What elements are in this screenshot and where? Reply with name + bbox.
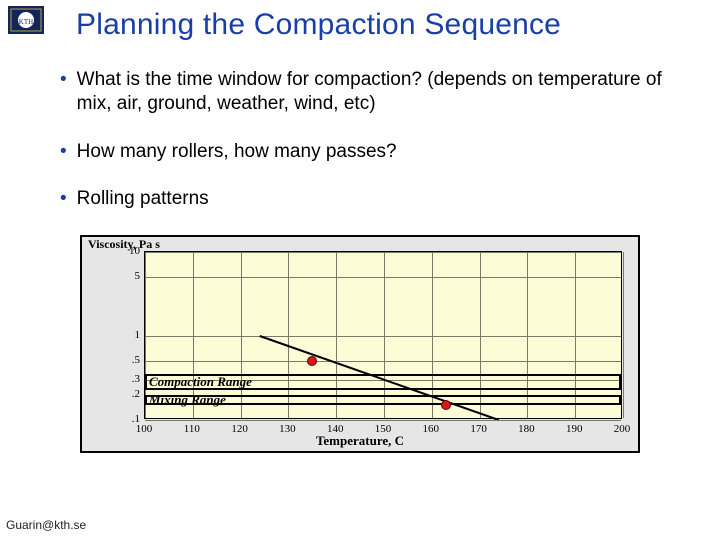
y-tick: .3 xyxy=(122,373,140,385)
y-tick: .5 xyxy=(122,354,140,366)
bullet-text: What is the time window for compaction? … xyxy=(77,68,682,116)
plot-area: Compaction RangeMixing Range xyxy=(144,251,622,419)
x-axis-label: Temperature, C xyxy=(82,433,638,449)
data-point xyxy=(307,356,317,366)
data-point xyxy=(441,400,451,410)
x-tick: 100 xyxy=(130,423,158,435)
x-tick: 110 xyxy=(178,423,206,435)
bullet-text: How many rollers, how many passes? xyxy=(77,140,682,164)
x-tick: 130 xyxy=(273,423,301,435)
x-tick: 190 xyxy=(560,423,588,435)
x-tick: 150 xyxy=(369,423,397,435)
fit-line xyxy=(145,252,623,420)
footer-email: Guarin@kth.se xyxy=(6,518,86,532)
x-tick: 140 xyxy=(321,423,349,435)
viscosity-chart: Viscosity, Pa s Compaction RangeMixing R… xyxy=(80,235,640,453)
list-item: • What is the time window for compaction… xyxy=(60,68,682,116)
list-item: • How many rollers, how many passes? xyxy=(60,140,682,164)
slide-title: Planning the Compaction Sequence xyxy=(76,8,692,42)
x-tick: 170 xyxy=(465,423,493,435)
x-tick: 160 xyxy=(417,423,445,435)
list-item: • Rolling patterns xyxy=(60,187,682,211)
bullet-dot-icon: • xyxy=(60,140,67,164)
x-tick: 120 xyxy=(226,423,254,435)
bullet-dot-icon: • xyxy=(60,68,67,92)
bullet-dot-icon: • xyxy=(60,187,67,211)
bullet-list: • What is the time window for compaction… xyxy=(60,68,682,211)
y-tick: .2 xyxy=(122,388,140,400)
org-logo: KTH xyxy=(8,6,44,34)
y-tick: 5 xyxy=(122,270,140,282)
y-tick: 10 xyxy=(122,245,140,257)
svg-text:KTH: KTH xyxy=(19,18,33,26)
y-tick: 1 xyxy=(122,329,140,341)
x-tick: 180 xyxy=(512,423,540,435)
x-tick: 200 xyxy=(608,423,636,435)
bullet-text: Rolling patterns xyxy=(77,187,682,211)
